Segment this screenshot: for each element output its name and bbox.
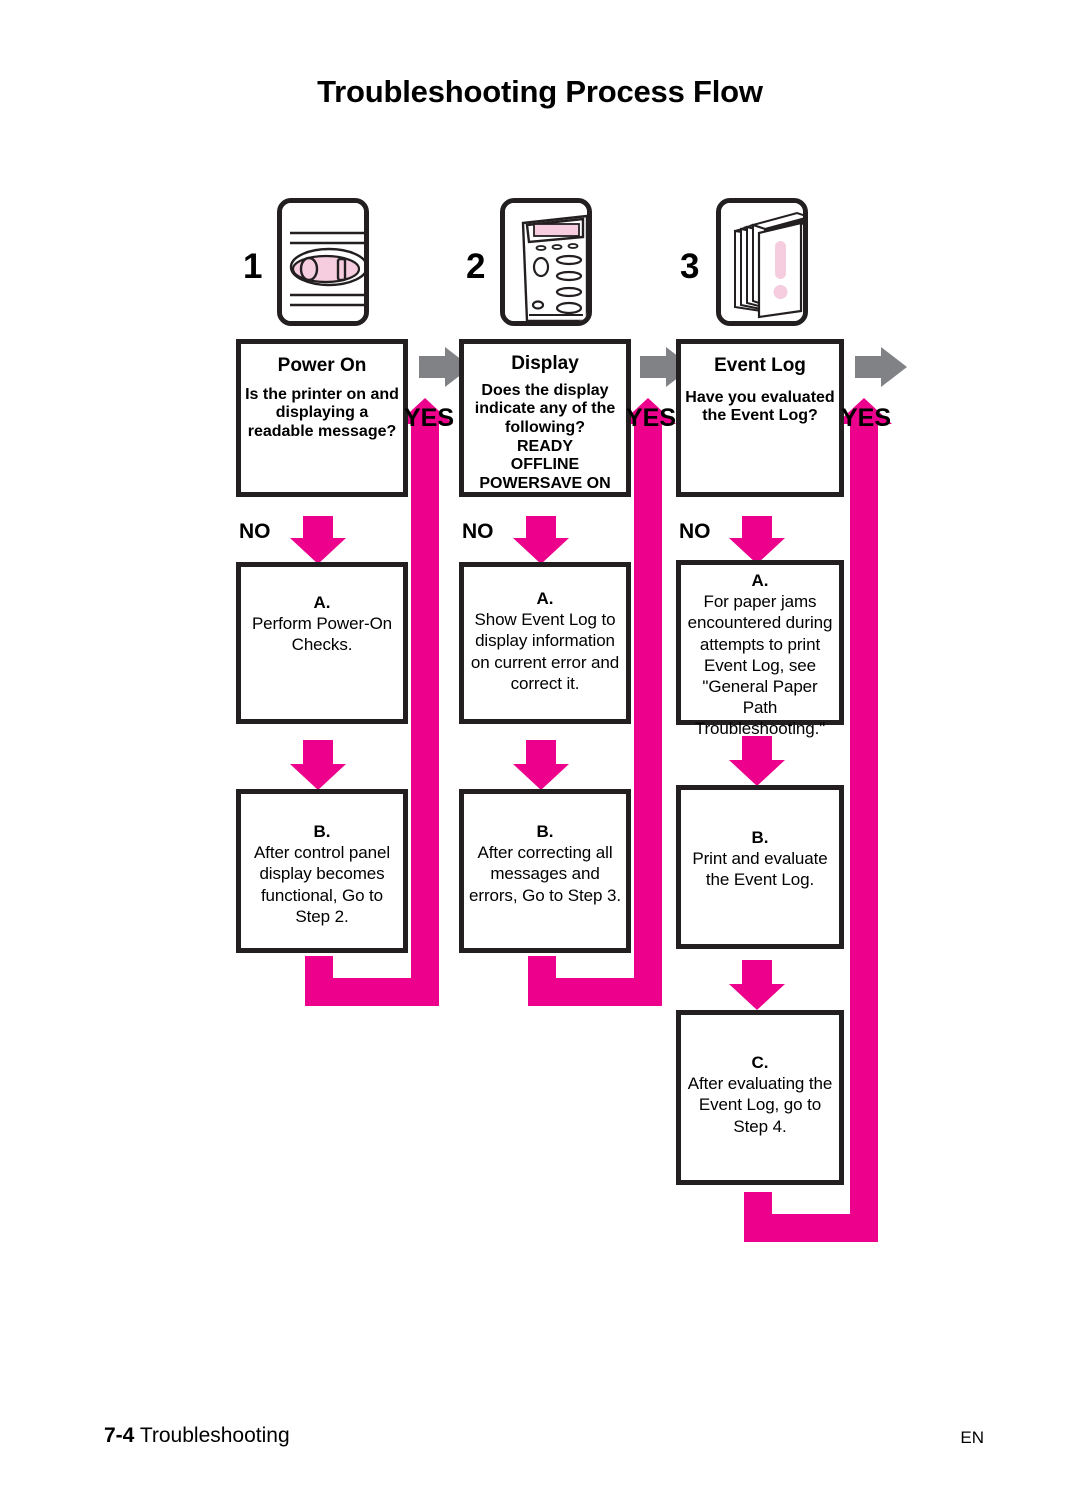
action-text-1a: Perform Power-On Checks. [251,614,393,655]
decision-question-3: Have you evaluated the Event Log? [685,388,835,425]
decision-title-1: Power On [277,355,367,376]
decision-question-2: Does the display indicate any of the fol… [474,381,616,436]
step-number-1: 1 [243,247,263,286]
decision-option-2-0: READY [516,437,573,455]
action-label-3b: B. [751,828,769,847]
yes-arrow-gray-3 [855,347,907,387]
control-panel-icon-art [505,203,587,321]
ab-arrow-2 [513,740,569,790]
page-footer: 7-4 Troubleshooting EN [104,1424,984,1454]
control-panel-icon [500,198,592,326]
power-switch-icon-art [282,203,364,321]
footer-page-number: 7-4 [104,1424,135,1447]
event-log-pages-icon [716,198,808,326]
action-label-2b: B. [536,822,554,841]
action-label-1b: B. [313,822,331,841]
action-text-3a: For paper jams encountered during attemp… [687,592,833,738]
action-box-3a: A. For paper jams encountered during att… [676,560,844,738]
decision-box-1: Power On Is the printer on and displayin… [236,339,408,497]
decision-title-2: Display [511,353,579,374]
action-text-3c: After evaluating the Event Log, go to St… [687,1074,833,1136]
action-label-3c: C. [751,1053,769,1072]
decision-title-3: Event Log [714,355,806,376]
step-number-3: 3 [680,247,700,286]
action-box-1a: A. Perform Power-On Checks. [236,562,408,724]
step-number-2: 2 [466,247,486,286]
action-text-2b: After correcting all messages and errors… [469,843,621,905]
no-label-1: NO [239,520,271,543]
action-box-2a: A. Show Event Log to display information… [459,562,631,724]
page-title: Troubleshooting Process Flow [317,74,763,109]
decision-option-2-2: POWERSAVE ON [479,474,611,492]
bc-arrow-3 [729,960,785,1010]
action-box-3b: B. Print and evaluate the Event Log. [676,785,844,949]
footer-left: 7-4 Troubleshooting [104,1424,290,1448]
no-arrow-down-1 [290,516,346,564]
footer-section: Troubleshooting [139,1424,290,1447]
no-arrow-group [290,516,785,564]
action-label-2a: A. [536,589,554,608]
yes-label-1: YES [404,404,455,432]
decision-box-2: Display Does the display indicate any of… [459,339,631,497]
no-arrow-down-2 [513,516,569,564]
no-arrow-down-3 [729,516,785,564]
ab-arrow-3 [729,736,785,786]
yes-label-3: YES [841,404,892,432]
decision-question-1: Is the printer on and displaying a reada… [245,385,399,440]
event-log-pages-icon-art [721,203,803,321]
action-label-3a: A. [751,571,769,590]
action-box-2b: B. After correcting all messages and err… [459,789,631,953]
action-text-2a: Show Event Log to display information on… [470,610,620,693]
power-switch-icon [277,198,369,326]
no-label-3: NO [679,520,711,543]
action-text-1b: After control panel display becomes func… [253,843,391,926]
no-label-2: NO [462,520,494,543]
decision-option-2-1: OFFLINE [510,456,580,474]
yes-label-2: YES [626,404,677,432]
action-text-3b: Print and evaluate the Event Log. [692,849,828,890]
action-label-1a: A. [313,593,331,612]
action-box-1b: B. After control panel display becomes f… [236,789,408,953]
decision-box-3: Event Log Have you evaluated the Event L… [676,339,844,497]
footer-language: EN [960,1428,984,1447]
ab-arrow-1 [290,740,346,790]
action-box-3c: C. After evaluating the Event Log, go to… [676,1010,844,1185]
